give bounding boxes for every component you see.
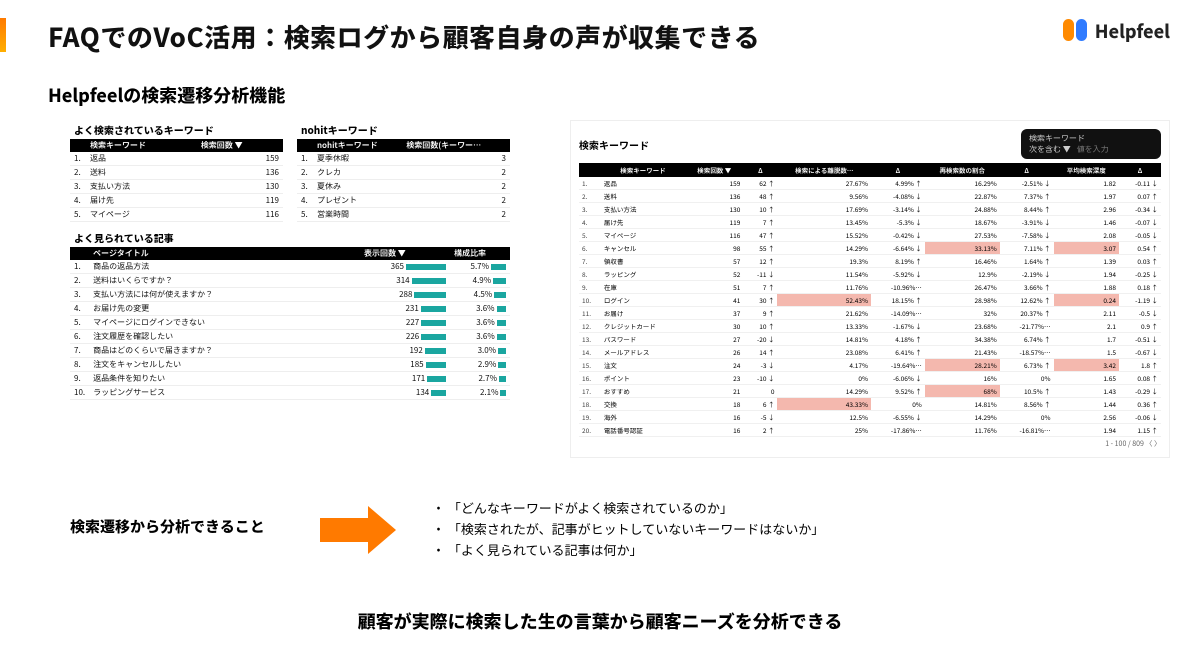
nohit-heading: nohitキーワード [301,122,510,137]
table-row: 2. 送料 13648 ↑ 9.56%-4.08% ↓ 22.87%7.37% … [579,190,1161,203]
table-row: 17. おすすめ 210 14.29%9.52% ↑ 68%10.5% ↑ 1.… [579,385,1161,398]
col-header: 再検索数の割合 [925,163,1000,177]
col-header: 検索回数 ▼ [685,163,743,177]
filter-label: 検索キーワード [1029,133,1153,144]
articles-table: ページタイトル 表示回数 ▼ 構成比率 1.商品の返品方法3655.7%2.送料… [70,247,510,400]
table-row: 7.商品はどのくらいで届きますか？1923.0% [70,344,510,358]
table-row: 4.お届け先の変更2313.6% [70,302,510,316]
table-row: 2.送料136 [70,166,283,180]
filter-input[interactable]: 値を入力 [1077,144,1109,155]
col-header: 検索キーワード [601,163,685,177]
table-row: 9.返品条件を知りたい1712.7% [70,372,510,386]
col-header: 平均検索深度 [1054,163,1119,177]
bullet-item: 「よく見られている記事は何か」 [432,540,824,561]
col-header: 検索による離脱数… [777,163,871,177]
subtitle: Helpfeelの検索遷移分析機能 [48,82,285,108]
table-row: 3.夏休み2 [297,180,510,194]
slide-title: FAQでのVoC活用：検索ログから顧客自身の声が収集できる [48,18,760,55]
panel-right: 検索キーワード 検索キーワード 次を含む ▼ 値を入力 検索キーワード検索回数 … [570,120,1170,458]
table-row: 2.送料はいくらですか？3144.9% [70,274,510,288]
conclusion: 顧客が実際に検索した生の言葉から顧客ニーズを分析できる [0,608,1200,634]
col-nohit-count: 検索回数(キーワー… [402,139,510,152]
pager[interactable]: 1 - 100 / 809 〈 〉 [579,437,1161,449]
articles-heading: よく見られている記事 [74,230,510,245]
table-row: 10. ログイン 4130 ↑ 52.43%18.15% ↑ 28.98%12.… [579,294,1161,307]
table-row: 3.支払い方法には何が使えますか？2884.5% [70,288,510,302]
callout-label: 検索遷移から分析できること [70,516,265,537]
col-views: 表示回数 ▼ [360,247,450,260]
analytics-table: 検索キーワード検索回数 ▼Δ検索による離脱数…Δ再検索数の割合Δ平均検索深度Δ … [579,163,1161,437]
panel-left: よく検索されているキーワード 検索キーワード 検索回数 ▼ 1.返品1592.送… [70,120,510,400]
table-row: 5.営業時間2 [297,208,510,222]
table-row: 9. 在庫 517 ↑ 11.76%-10.96%… 26.47%3.66% ↑… [579,281,1161,294]
table-row: 20. 電話番号認証 162 ↑ 25%-17.86%… 11.76%-16.8… [579,424,1161,437]
col-header: Δ [871,163,925,177]
right-panel-title: 検索キーワード [579,137,649,152]
brand-logo: Helpfeel [1063,18,1170,44]
keywords-table: 検索キーワード 検索回数 ▼ 1.返品1592.送料1363.支払い方法1304… [70,139,283,222]
table-row: 1. 返品 15962 ↑ 27.67%4.99% ↑ 16.29%-2.51%… [579,177,1161,190]
col-count: 検索回数 ▼ [197,139,283,152]
table-row: 4. 届け先 1197 ↑ 13.45%-5.3% ↓ 18.67%-3.91%… [579,216,1161,229]
table-row: 5.マイページにログインできない2273.6% [70,316,510,330]
table-row: 6.注文履歴を確認したい2263.6% [70,330,510,344]
table-row: 1.返品159 [70,152,283,166]
col-header: Δ [1119,163,1161,177]
table-row: 1.商品の返品方法3655.7% [70,260,510,274]
col-header: Δ [743,163,777,177]
table-row: 19. 海外 16-5 ↓ 12.5%-6.55% ↓ 14.29%0% 2.5… [579,411,1161,424]
bullet-item: 「検索されたが、記事がヒットしていないキーワードはないか」 [432,519,824,540]
bullet-list: 「どんなキーワードがよく検索されているのか」「検索されたが、記事がヒットしていな… [432,498,824,560]
table-row: 11. お届け 379 ↑ 21.62%-14.09%… 32%20.37% ↑… [579,307,1161,320]
table-row: 4.プレゼント2 [297,194,510,208]
col-nohit-kw: nohitキーワード [313,139,402,152]
table-row: 12. クレジットカード 3010 ↑ 13.33%-1.67% ↓ 23.68… [579,320,1161,333]
table-row: 13. パスワード 27-20 ↓ 14.81%4.18% ↑ 34.38%6.… [579,333,1161,346]
accent-bar [0,18,6,52]
table-row: 3.支払い方法130 [70,180,283,194]
table-row: 7. 領収書 5712 ↑ 19.3%8.19% ↑ 16.46%1.64% ↑… [579,255,1161,268]
table-row: 5. マイページ 11647 ↑ 15.52%-0.42% ↓ 27.53%-7… [579,229,1161,242]
table-row: 8.注文をキャンセルしたい1852.9% [70,358,510,372]
table-row: 2.クレカ2 [297,166,510,180]
table-row: 6. キャンセル 9855 ↑ 14.29%-6.64% ↓ 33.13%7.1… [579,242,1161,255]
nohit-table: nohitキーワード 検索回数(キーワー… 1.夏季休暇32.クレカ23.夏休み… [297,139,510,222]
bullet-item: 「どんなキーワードがよく検索されているのか」 [432,498,824,519]
col-ratio: 構成比率 [450,247,510,260]
col-header [579,163,601,177]
filter-box[interactable]: 検索キーワード 次を含む ▼ 値を入力 [1021,129,1161,159]
arrow-head-icon [368,506,396,554]
brand-logo-mark [1063,19,1087,43]
arrow-icon [320,518,368,542]
table-row: 14. メールアドレス 2614 ↑ 23.08%6.41% ↑ 21.43%-… [579,346,1161,359]
col-header: Δ [1000,163,1054,177]
col-page-title: ページタイトル [89,247,360,260]
table-row: 4.届け先119 [70,194,283,208]
keywords-heading: よく検索されているキーワード [74,122,283,137]
table-row: 16. ポイント 23-10 ↓ 0%-6.06% ↓ 16%0% 1.650.… [579,372,1161,385]
table-row: 18. 交換 186 ↑ 43.33%0% 14.81%8.56% ↑ 1.44… [579,398,1161,411]
brand-logo-text: Helpfeel [1095,18,1170,44]
table-row: 5.マイページ116 [70,208,283,222]
col-keyword: 検索キーワード [86,139,197,152]
table-row: 1.夏季休暇3 [297,152,510,166]
table-row: 3. 支払い方法 13010 ↑ 17.69%-3.14% ↓ 24.88%8.… [579,203,1161,216]
table-row: 10.ラッピングサービス1342.1% [70,386,510,400]
filter-condition[interactable]: 次を含む ▼ [1029,144,1071,155]
table-row: 15. 注文 24-3 ↓ 4.17%-19.64%… 28.21%6.73% … [579,359,1161,372]
table-row: 8. ラッピング 52-11 ↓ 11.54%-5.92% ↓ 12.9%-2.… [579,268,1161,281]
